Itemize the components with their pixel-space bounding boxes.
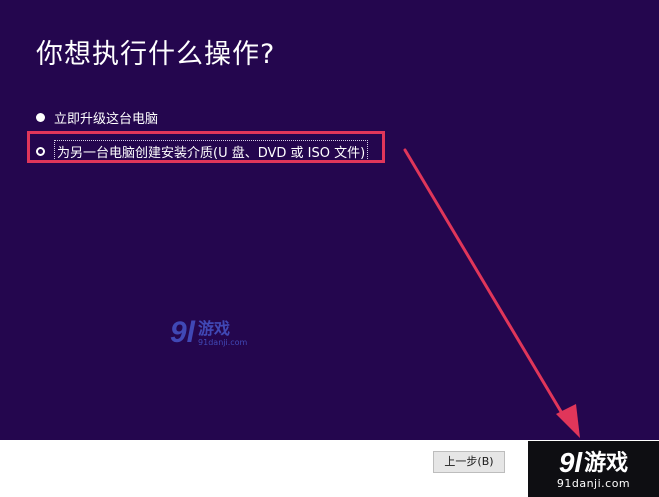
watermark-logo-number: 9l: [170, 316, 196, 349]
arrow-annotation-icon: [403, 148, 580, 438]
radio-selected-icon[interactable]: [36, 147, 45, 156]
watermark-logo: 9l 游戏 91danji.com: [170, 318, 247, 348]
watermark-corner-text: 游戏: [584, 450, 629, 476]
page-title: 你想执行什么操作?: [36, 39, 276, 70]
option-upgrade-this-pc[interactable]: 立即升级这台电脑: [36, 108, 158, 127]
option-create-installation-media[interactable]: 为另一台电脑创建安装介质(U 盘、DVD 或 ISO 文件): [36, 140, 369, 163]
option-label: 为另一台电脑创建安装介质(U 盘、DVD 或 ISO 文件): [54, 140, 369, 163]
watermark-corner-domain: 91danji.com: [556, 476, 631, 490]
watermark-logo-text: 游戏: [198, 319, 231, 338]
watermark-domain: 91danji.com: [198, 338, 248, 347]
option-label: 立即升级这台电脑: [54, 112, 159, 127]
watermark-corner-number: 9l: [558, 446, 583, 478]
watermark-corner-logo: 9l 游戏 91danji.com: [528, 441, 659, 497]
setup-window: 你想执行什么操作? 立即升级这台电脑 为另一台电脑创建安装介质(U 盘、DVD …: [0, 0, 659, 497]
back-button[interactable]: 上一步(B): [433, 451, 505, 473]
radio-unselected-icon[interactable]: [36, 113, 45, 122]
